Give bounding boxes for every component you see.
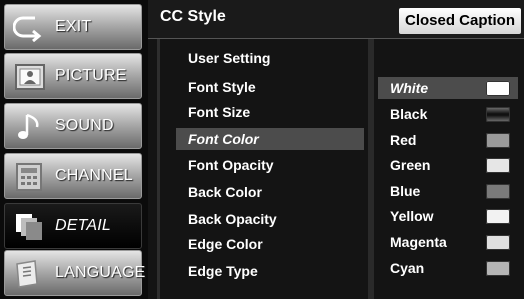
- nav-label-detail: DETAIL: [55, 217, 112, 234]
- value-label: White: [390, 80, 429, 96]
- black-swatch-icon: [486, 107, 510, 122]
- language-icon: [16, 260, 38, 288]
- nav-item-language[interactable]: LANGUAGE: [4, 250, 145, 296]
- nav-label-channel: CHANNEL: [55, 167, 133, 184]
- value-label: Red: [390, 132, 417, 148]
- nav-item-sound[interactable]: SOUND: [4, 103, 142, 149]
- yellow-swatch-icon: [486, 209, 510, 224]
- menu-item-back-color[interactable]: Back Color: [176, 181, 364, 203]
- value-label: Black: [390, 106, 428, 122]
- nav-label-sound: SOUND: [55, 117, 114, 134]
- cc-style-options-list: User Setting Font Style Font Size Font C…: [148, 39, 368, 299]
- value-item-red[interactable]: Red: [378, 129, 518, 151]
- menu-item-font-style[interactable]: Font Style: [176, 76, 364, 98]
- menu-item-font-color[interactable]: Font Color: [176, 128, 364, 150]
- menu-item-back-opacity[interactable]: Back Opacity: [176, 208, 364, 230]
- submenu-header: CC Style Closed Caption: [148, 0, 524, 39]
- value-label: Cyan: [390, 260, 425, 276]
- value-item-black[interactable]: Black: [378, 103, 518, 125]
- menu-rail-divider: [157, 39, 160, 299]
- nav-item-exit[interactable]: EXIT: [4, 4, 142, 50]
- value-item-magenta[interactable]: Magenta: [378, 231, 518, 253]
- channel-grid-icon: [16, 163, 42, 191]
- menu-item-font-opacity[interactable]: Font Opacity: [176, 154, 364, 176]
- page-title: CC Style: [160, 8, 226, 25]
- nav-label-picture: PICTURE: [55, 67, 127, 84]
- main-menu-sidebar: EXIT PICTURE SOUND CHANNEL DETAIL LANGUA…: [0, 0, 148, 299]
- nav-label-language: LANGUAGE: [55, 264, 146, 281]
- value-item-white[interactable]: White: [378, 77, 518, 99]
- closed-caption-badge: Closed Caption: [398, 8, 521, 34]
- menu-item-font-size[interactable]: Font Size: [176, 101, 364, 123]
- menu-item-user-setting[interactable]: User Setting: [176, 47, 364, 69]
- value-item-yellow[interactable]: Yellow: [378, 205, 518, 227]
- menu-item-edge-color[interactable]: Edge Color: [176, 233, 364, 255]
- value-item-cyan[interactable]: Cyan: [378, 257, 518, 279]
- green-swatch-icon: [486, 158, 510, 173]
- exit-arrow-icon: [13, 16, 42, 42]
- blue-swatch-icon: [486, 184, 510, 199]
- menu-item-edge-type[interactable]: Edge Type: [176, 260, 364, 282]
- nav-item-picture[interactable]: PICTURE: [4, 53, 142, 99]
- nav-item-detail[interactable]: DETAIL: [4, 203, 142, 249]
- value-item-blue[interactable]: Blue: [378, 180, 518, 202]
- value-label: Yellow: [390, 208, 434, 224]
- value-label: Green: [390, 157, 431, 173]
- value-label: Magenta: [390, 234, 447, 250]
- red-swatch-icon: [486, 133, 510, 148]
- value-label: Blue: [390, 183, 421, 199]
- picture-icon: [15, 64, 45, 90]
- magenta-swatch-icon: [486, 235, 510, 250]
- font-color-values-list: White Black Red Green Blue Yellow Magent…: [374, 39, 524, 299]
- value-item-green[interactable]: Green: [378, 154, 518, 176]
- detail-pages-icon: [16, 214, 42, 240]
- nav-item-channel[interactable]: CHANNEL: [4, 153, 142, 199]
- nav-label-exit: EXIT: [55, 18, 92, 35]
- white-swatch-icon: [486, 81, 510, 96]
- cyan-swatch-icon: [486, 261, 510, 276]
- speaker-icon: [18, 113, 39, 139]
